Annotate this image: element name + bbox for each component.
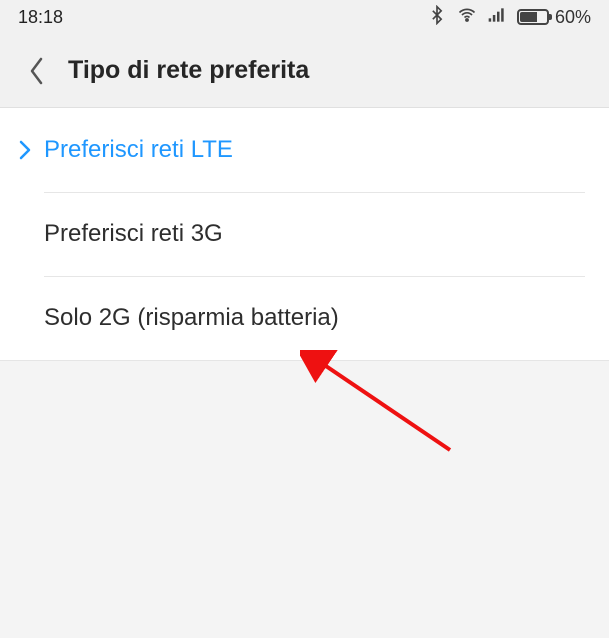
signal-icon [487,5,507,30]
back-button[interactable] [20,54,54,88]
battery-indicator: 60% [517,7,591,28]
status-bar: 18:18 [0,0,609,34]
battery-percent: 60% [555,7,591,28]
network-option-label: Preferisci reti 3G [44,220,223,247]
bluetooth-icon [427,5,447,30]
battery-icon [517,9,549,25]
network-option-3g[interactable]: Preferisci reti 3G [0,192,609,276]
annotation-arrow-icon [300,350,460,460]
page-title: Tipo di rete preferita [68,56,309,85]
network-option-lte[interactable]: Preferisci reti LTE [0,108,609,192]
wifi-icon [457,5,477,30]
title-bar: Tipo di rete preferita [0,34,609,108]
status-time: 18:18 [18,7,63,28]
status-indicators: 60% [427,5,591,30]
network-type-list: Preferisci reti LTE Preferisci reti 3G S… [0,108,609,361]
selected-chevron-icon [18,139,32,161]
network-option-2g[interactable]: Solo 2G (risparmia batteria) [0,276,609,360]
network-option-label: Solo 2G (risparmia batteria) [44,304,339,331]
network-option-label: Preferisci reti LTE [44,136,233,163]
